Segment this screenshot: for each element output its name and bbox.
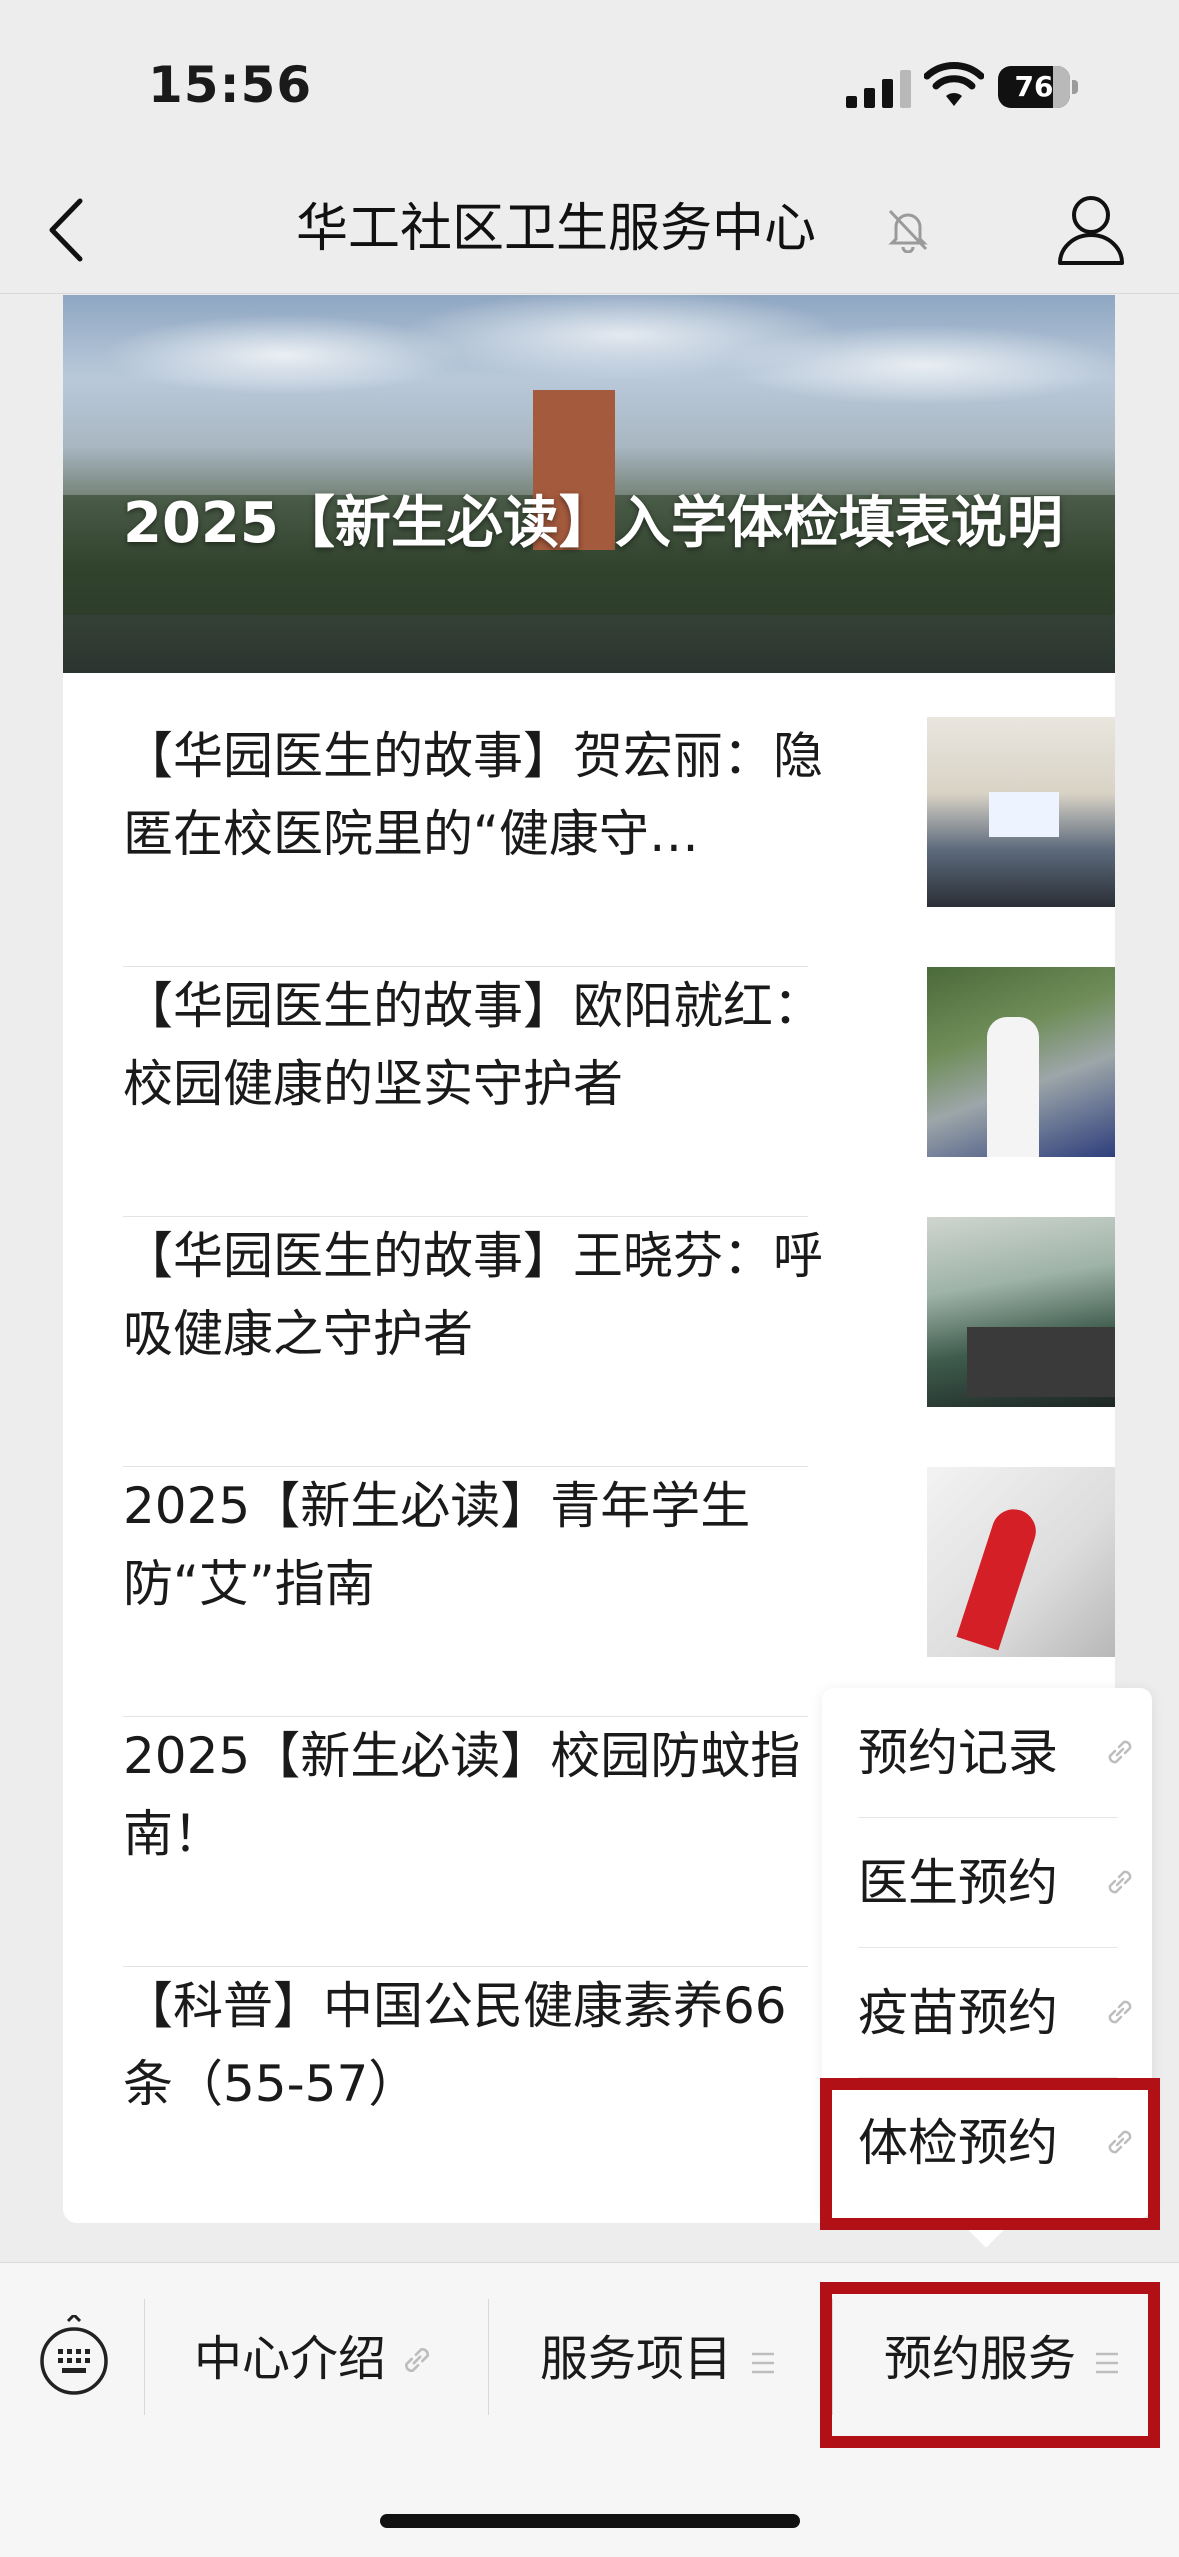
home-indicator [380,2514,800,2528]
page-title: 华工社区卫生服务中心 [296,199,817,259]
article-item[interactable]: 【华园医生的故事】王晓芬：呼吸健康之守护者 [123,1217,1115,1467]
menu-lines-icon [752,2352,774,2374]
hero-article[interactable]: 2025【新生必读】入学体检填表说明 [63,295,1115,673]
profile-icon[interactable] [1056,193,1126,265]
menu-label: 中心介绍 [194,2331,387,2387]
article-item[interactable]: 2025【新生必读】青年学生防“艾”指南 [123,1467,1115,1717]
hero-title: 2025【新生必读】入学体检填表说明 [123,491,1063,556]
article-thumbnail [927,967,1115,1157]
battery-icon: 76 [998,66,1080,108]
article-title: 2025【新生必读】校园防蚊指南！ [123,1727,801,1863]
article-thumbnail [927,1467,1115,1657]
highlight-appointment-services [820,2282,1160,2448]
menu-center-intro[interactable]: 中心介绍 [146,2293,486,2423]
link-icon [405,2348,429,2372]
article-title: 【科普】中国公民健康素养66条（55-57） [123,1977,787,2113]
highlight-checkup-appointment [820,2078,1160,2230]
article-title: 【华园医生的故事】王晓芬：呼吸健康之守护者 [123,1227,823,1363]
status-time: 15:56 [148,56,313,114]
article-item[interactable]: 【华园医生的故事】贺宏丽：隐匿在校医院里的“健康守… [123,717,1115,967]
menu-item-doctor-appointment[interactable]: 医生预约 [858,1818,1132,1948]
battery-level: 76 [1014,70,1054,103]
article-title: 【华园医生的故事】贺宏丽：隐匿在校医院里的“健康守… [123,727,823,863]
menu-service-items[interactable]: 服务项目 [490,2293,830,2423]
article-item[interactable]: 【华园医生的故事】欧阳就红：校园健康的坚实守护者 [123,967,1115,1217]
link-icon [1108,1870,1132,1894]
menu-label: 服务项目 [540,2331,733,2387]
status-bar: 15:56 76 [0,0,1179,175]
menu-item-label: 预约记录 [858,1724,1058,1782]
article-thumbnail [927,1217,1115,1407]
menu-item-appointment-records[interactable]: 预约记录 [858,1688,1132,1818]
article-title: 【华园医生的故事】欧阳就红：校园健康的坚实守护者 [123,977,823,1113]
article-title: 2025【新生必读】青年学生防“艾”指南 [123,1477,751,1613]
keyboard-icon[interactable] [38,2315,110,2399]
menu-item-label: 疫苗预约 [858,1984,1058,2042]
wifi-icon [924,62,984,106]
menu-item-vaccine-appointment[interactable]: 疫苗预约 [858,1948,1132,2078]
link-icon [1108,1740,1132,1764]
menu-item-label: 医生预约 [858,1854,1058,1912]
mute-bell-icon [888,209,928,253]
back-icon[interactable] [46,197,86,263]
nav-bar: 华工社区卫生服务中心 [0,175,1179,294]
cellular-signal-icon [846,70,911,108]
link-icon [1108,2000,1132,2024]
article-thumbnail [927,717,1115,907]
